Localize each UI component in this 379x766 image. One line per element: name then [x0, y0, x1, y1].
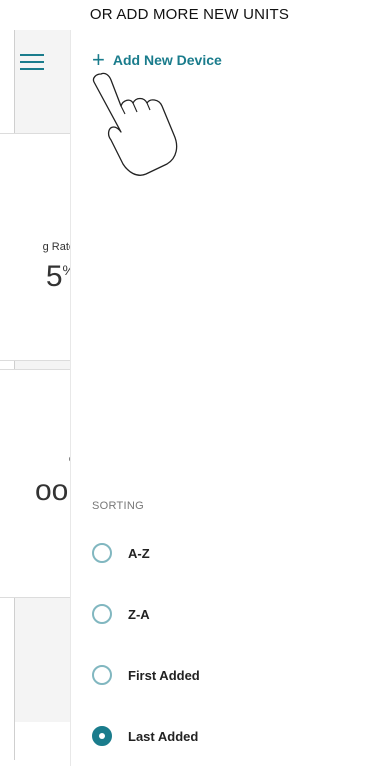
background-card: e ool	[0, 369, 78, 598]
hamburger-icon[interactable]	[20, 52, 48, 72]
card-value: ool	[34, 474, 75, 507]
plus-icon: +	[92, 47, 105, 72]
sort-option-last-added[interactable]: Last Added	[92, 723, 198, 749]
add-new-device-label: Add New Device	[112, 52, 222, 68]
pointing-hand-icon	[92, 72, 178, 176]
radio-unselected-icon[interactable]	[92, 604, 112, 624]
radio-unselected-icon[interactable]	[92, 665, 112, 685]
caption-text: OR ADD MORE NEW UNITS	[89, 6, 290, 23]
radio-selected-icon[interactable]	[92, 726, 112, 746]
add-new-device-button[interactable]: + Add New Device	[92, 48, 222, 72]
sorting-heading: SORTING	[92, 500, 145, 512]
sort-option-label: Last Added	[128, 728, 199, 744]
sort-option-label: A-Z	[128, 545, 150, 561]
background-screen: g Rate 5% e ool	[0, 30, 78, 760]
radio-unselected-icon[interactable]	[92, 543, 112, 563]
background-card: g Rate 5%	[0, 133, 78, 361]
sort-option-z-a[interactable]: Z-A	[92, 601, 150, 627]
sort-option-label: First Added	[128, 667, 200, 683]
sort-option-label: Z-A	[128, 606, 150, 622]
sort-option-a-z[interactable]: A-Z	[92, 540, 150, 566]
bottom-strip	[15, 722, 75, 760]
sort-option-first-added[interactable]: First Added	[92, 662, 200, 688]
